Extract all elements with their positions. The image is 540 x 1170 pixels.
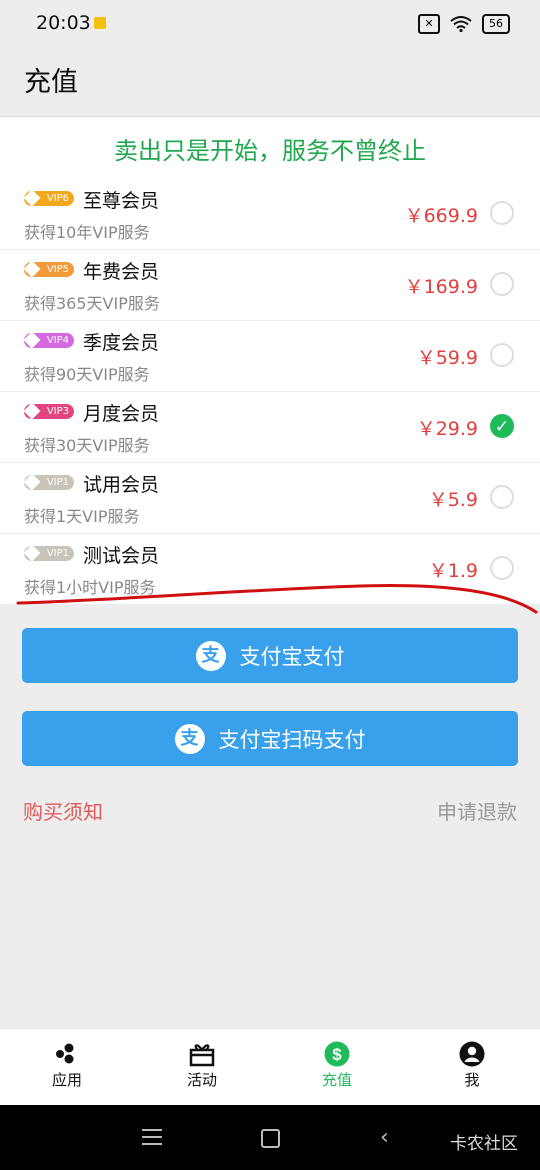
plan-price: ￥1.9 [428,560,478,582]
plan-desc: 获得30天VIP服务 [24,436,150,455]
wifi-icon [450,16,472,32]
tab-recharge[interactable]: $ 充值 [292,1041,382,1090]
status-time: 20:03 [36,12,91,34]
watermark-text: 卡农社区 [450,1134,518,1154]
vip-badge: VIP6 [23,189,74,207]
vip-badge: VIP1 [23,473,74,491]
diamond-icon [23,260,41,278]
plan-price: ￥669.9 [404,205,478,227]
purchase-notice-link[interactable]: 购买须知 [23,796,103,825]
plan-price: ￥59.9 [416,347,478,369]
diamond-icon [23,331,41,349]
radio-button[interactable] [490,272,514,296]
plan-desc: 获得90天VIP服务 [24,365,150,384]
tab-label: 我 [464,1071,480,1089]
svg-text:$: $ [332,1045,342,1064]
plan-item[interactable]: VIP4 季度会员 获得90天VIP服务 ￥59.9 [0,320,540,391]
menu-icon[interactable] [142,1129,162,1150]
bottom-tab-bar: 应用 活动 $ 充值 我 [0,1028,540,1106]
alipay-button[interactable]: 支 支付宝支付 [22,628,518,683]
plan-price: ￥169.9 [404,276,478,298]
vip-badge: VIP5 [23,260,74,278]
slogan-banner: 卖出只是开始，服务不曾终止 [0,117,540,179]
plan-desc: 获得1天VIP服务 [24,507,140,526]
alipay-button-label: 支付宝支付 [239,644,345,669]
plan-item[interactable]: VIP1 试用会员 获得1天VIP服务 ￥5.9 [0,462,540,533]
vip-badge: VIP4 [23,331,74,349]
tab-label: 应用 [51,1071,82,1089]
page-title: 充值 [24,67,78,98]
apps-icon [56,1043,74,1064]
dollar-icon: $ [324,1041,350,1067]
slogan-text: 卖出只是开始，服务不曾终止 [114,137,426,165]
star-icon [23,544,41,562]
app-bar: 充值 [0,48,540,117]
radio-button[interactable] [490,485,514,509]
plan-price: ￥5.9 [428,489,478,511]
system-nav-bar: ‹ 卡农社区 [0,1105,540,1170]
alipay-qr-button[interactable]: 支 支付宝扫码支付 [22,711,518,766]
radio-checked-icon[interactable]: ✓ [490,414,514,438]
star-icon [23,473,41,491]
diamond-icon [23,189,41,207]
notification-icon [94,17,106,29]
radio-button[interactable] [490,201,514,225]
plan-name: 季度会员 [83,332,160,354]
battery-icon: 56 [482,14,510,34]
tab-me[interactable]: 我 [427,1041,517,1090]
gift-icon [189,1044,215,1067]
plan-name: 测试会员 [83,545,160,567]
plan-item[interactable]: VIP6 至尊会员 获得10年VIP服务 ￥669.9 [0,179,540,249]
tab-label: 充值 [321,1071,352,1089]
plan-name: 月度会员 [83,403,160,425]
tab-activity[interactable]: 活动 [157,1041,247,1090]
user-icon [459,1041,485,1067]
plan-item[interactable]: VIP3 月度会员 获得30天VIP服务 ￥29.9 ✓ [0,391,540,462]
tab-apps[interactable]: 应用 [22,1041,112,1090]
plan-desc: 获得365天VIP服务 [24,294,160,313]
plan-name: 年费会员 [83,261,160,283]
refund-link[interactable]: 申请退款 [437,796,517,825]
plan-item[interactable]: VIP5 年费会员 获得365天VIP服务 ￥169.9 [0,249,540,320]
diamond-icon [23,402,41,420]
plan-name: 至尊会员 [83,190,160,212]
vip-badge: VIP3 [23,402,74,420]
back-icon[interactable]: ‹ [380,1125,389,1150]
red-annotation-stroke [16,584,538,614]
home-icon[interactable] [261,1129,280,1148]
tab-label: 活动 [186,1071,217,1089]
plan-name: 试用会员 [83,474,160,496]
plan-desc: 获得10年VIP服务 [24,223,150,242]
alipay-qr-button-label: 支付宝扫码支付 [218,727,366,752]
plan-list: VIP6 至尊会员 获得10年VIP服务 ￥669.9 VIP5 年费会员 获得… [0,179,540,604]
radio-button[interactable] [490,343,514,367]
plan-price: ￥29.9 [416,418,478,440]
sim-x-icon: ✕ [418,14,440,34]
status-bar: 20:03 ✕ 56 [0,0,540,48]
alipay-icon: 支 [195,640,226,671]
alipay-icon: 支 [174,723,205,754]
radio-button[interactable] [490,556,514,580]
vip-badge: VIP1 [23,544,74,562]
